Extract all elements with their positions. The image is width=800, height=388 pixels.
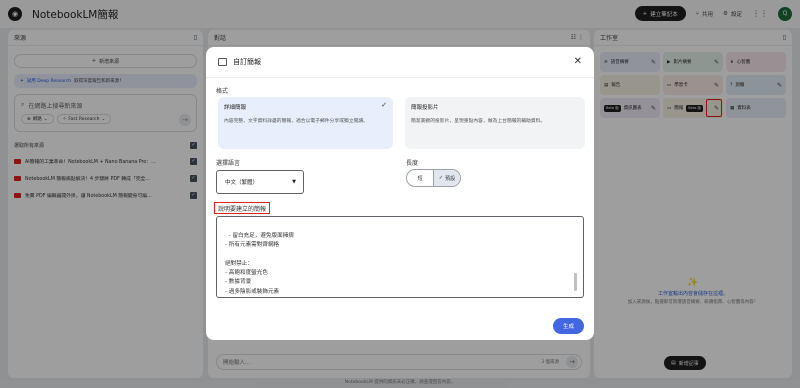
format-label: 格式 <box>216 88 229 95</box>
close-icon[interactable]: ✕ <box>574 56 582 67</box>
scrollbar[interactable] <box>574 273 577 291</box>
dialog-title: 自訂簡報 <box>233 58 261 66</box>
length-toggle: 短 ✓ 預設 <box>406 169 461 187</box>
check-icon: ✓ <box>438 175 444 181</box>
length-label: 長度 <box>406 160 419 167</box>
caret-down-icon: ▼ <box>292 179 296 185</box>
slides-icon <box>218 58 227 66</box>
format-option-presenter[interactable]: 簡報投影片 簡潔美觀的投影片，呈現重點內容，做為上台簡報的輔助資料。 <box>405 97 585 149</box>
format-title: 簡報投影片 <box>411 105 439 111</box>
description-text: - 留白充足，避免版面擁擠 - 所有元素需對齊網格 絕對禁止： - 高飽和度螢光… <box>225 233 294 295</box>
generate-button[interactable]: 生成 <box>553 318 584 334</box>
language-label: 選擇語言 <box>216 160 241 167</box>
format-title: 詳細簡報 <box>224 105 247 111</box>
length-short-label: 短 <box>417 175 423 182</box>
description-textarea[interactable]: - 留白充足，避免版面擁擠 - 所有元素需對齊網格 絕對禁止： - 高飽和度螢光… <box>216 216 584 298</box>
length-default-label: 預設 <box>445 175 456 182</box>
format-description: 內容完整、文字資料詳盡的簡報，適合以電子郵件分享或獨立閱讀。 <box>224 119 368 124</box>
format-option-detailed[interactable]: 詳細簡報 內容完整、文字資料詳盡的簡報，適合以電子郵件分享或獨立閱讀。 ✓ <box>218 97 393 149</box>
description-label: 說明要建立的簡報 <box>214 202 271 214</box>
length-option-short[interactable]: 短 <box>407 170 433 186</box>
check-icon: ✓ <box>381 101 387 109</box>
dialog-header: 自訂簡報 <box>206 47 594 78</box>
language-select[interactable]: 中文（繁體） ▼ <box>216 170 304 194</box>
length-option-default[interactable]: ✓ 預設 <box>433 170 460 186</box>
language-value: 中文（繁體） <box>225 180 259 186</box>
format-description: 簡潔美觀的投影片，呈現重點內容，做為上台簡報的輔助資料。 <box>411 119 546 124</box>
